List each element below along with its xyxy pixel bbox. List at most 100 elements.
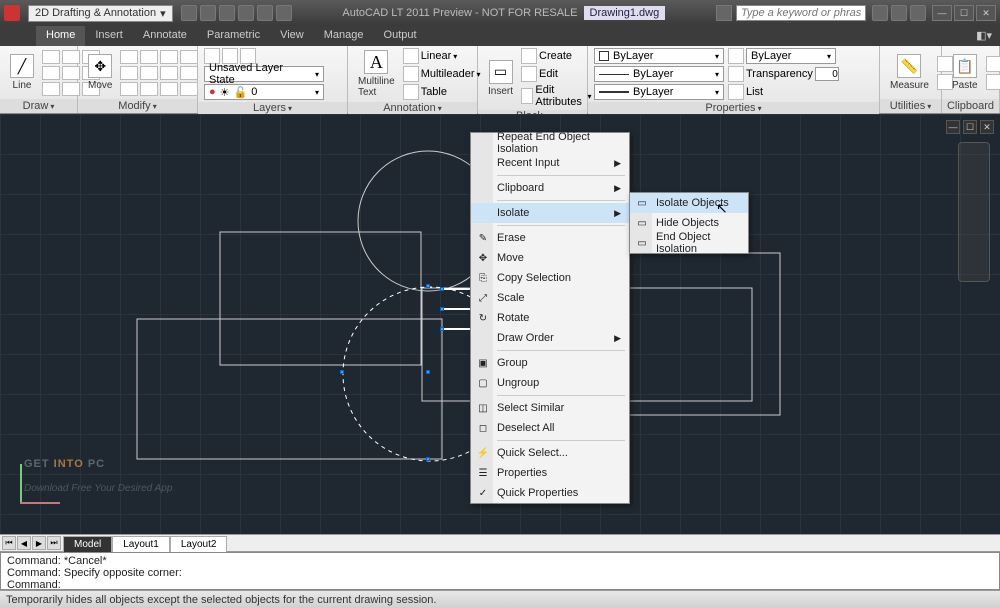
mirror-icon[interactable] [120, 66, 138, 80]
grip[interactable] [426, 284, 430, 288]
ctx-quick-properties[interactable]: ✓Quick Properties [471, 483, 629, 503]
qat-save-icon[interactable] [219, 5, 235, 21]
qat-print-icon[interactable] [276, 5, 292, 21]
qat-undo-icon[interactable] [238, 5, 254, 21]
ctx-rotate[interactable]: ↻Rotate [471, 308, 629, 328]
ctx-properties[interactable]: ☰Properties [471, 463, 629, 483]
rect-icon[interactable] [42, 66, 60, 80]
minimize-button[interactable]: — [932, 5, 952, 21]
ctx-sub-isolate-objects[interactable]: ▭Isolate Objects [630, 193, 748, 213]
create-button[interactable]: Create [521, 48, 591, 64]
ps-icon[interactable] [728, 48, 744, 64]
copy2-icon[interactable] [986, 74, 1000, 90]
editattr-button[interactable]: Edit Attributes▾ [521, 84, 591, 108]
tab-last-icon[interactable]: ⏭ [47, 536, 61, 550]
ribbon-expand-icon[interactable]: ◧▾ [968, 26, 1000, 46]
grip[interactable] [426, 370, 430, 374]
ctx-select-similar[interactable]: ◫Select Similar [471, 398, 629, 418]
trim-icon[interactable] [160, 50, 178, 64]
tab-prev-icon[interactable]: ◀ [17, 536, 31, 550]
tab-insert[interactable]: Insert [85, 26, 133, 46]
tab-manage[interactable]: Manage [314, 26, 374, 46]
grip[interactable] [340, 370, 344, 374]
ctx-erase[interactable]: ✎Erase [471, 228, 629, 248]
paste-button[interactable]: 📋Paste [948, 52, 982, 93]
drawing-canvas[interactable]: — ☐ ✕ GET INTO PC Download Free Your Des… [0, 114, 1000, 534]
explode-icon[interactable] [180, 66, 198, 80]
mtext-button[interactable]: A Multiline Text [354, 48, 399, 100]
tab-first-icon[interactable]: ⏮ [2, 536, 16, 550]
offset-icon[interactable] [180, 82, 198, 96]
qat-open-icon[interactable] [200, 5, 216, 21]
canvas-min-icon[interactable]: — [946, 120, 960, 134]
tab-layout1[interactable]: Layout1 [112, 536, 170, 552]
insert-button[interactable]: ▭ Insert [484, 58, 517, 99]
search-input[interactable] [736, 5, 866, 21]
trans-icon[interactable] [728, 66, 744, 82]
grip[interactable] [440, 327, 444, 331]
ctx-ungroup[interactable]: ▢Ungroup [471, 373, 629, 393]
ctx-quick-select-[interactable]: ⚡Quick Select... [471, 443, 629, 463]
grip[interactable] [440, 307, 444, 311]
tab-layout2[interactable]: Layout2 [170, 536, 228, 552]
help-icon[interactable] [910, 5, 926, 21]
extend-icon[interactable] [160, 66, 178, 80]
layer-current-dropdown[interactable]: ●☀🔓0▾ [204, 84, 324, 100]
cut-icon[interactable] [986, 56, 1000, 72]
linear-button[interactable]: Linear▾ [403, 48, 481, 64]
multileader-button[interactable]: Multileader▾ [403, 66, 481, 82]
tab-parametric[interactable]: Parametric [197, 26, 270, 46]
erase2-icon[interactable] [180, 50, 198, 64]
linetype-dropdown[interactable]: ByLayer▾ [594, 66, 724, 82]
navigation-bar[interactable] [958, 142, 990, 282]
color-dropdown[interactable]: ByLayer▾ [594, 48, 724, 64]
spline-icon[interactable] [42, 82, 60, 96]
stretch-icon[interactable] [140, 82, 158, 96]
scale-icon[interactable] [140, 66, 158, 80]
list-button[interactable]: List [728, 84, 848, 100]
canvas-close-icon[interactable]: ✕ [980, 120, 994, 134]
ctx-sub-hide-objects[interactable]: ▭Hide Objects [630, 213, 748, 233]
polyline-icon[interactable] [42, 50, 60, 64]
tab-output[interactable]: Output [374, 26, 427, 46]
command-line[interactable]: Command: *Cancel* Command: Specify oppos… [0, 552, 1000, 590]
tab-next-icon[interactable]: ▶ [32, 536, 46, 550]
qat-redo-icon[interactable] [257, 5, 273, 21]
ctx-scale[interactable]: ⤢Scale [471, 288, 629, 308]
ctx-group[interactable]: ▣Group [471, 353, 629, 373]
table-button[interactable]: Table [403, 84, 481, 100]
ctx-sub-end-object-isolation[interactable]: ▭End Object Isolation [630, 233, 748, 253]
lineweight-dropdown[interactable]: ByLayer▾ [594, 84, 724, 100]
grip[interactable] [426, 457, 430, 461]
close-button[interactable]: ✕ [976, 5, 996, 21]
ctx-repeat-end-object-isolation[interactable]: Repeat End Object Isolation [471, 133, 629, 153]
tab-annotate[interactable]: Annotate [133, 26, 197, 46]
qat-new-icon[interactable] [181, 5, 197, 21]
transparency-input[interactable] [815, 67, 839, 81]
tab-home[interactable]: Home [36, 26, 85, 46]
array-icon[interactable] [160, 82, 178, 96]
move-button[interactable]: ✥ Move [84, 52, 116, 93]
layer-state-dropdown[interactable]: Unsaved Layer State▾ [204, 66, 324, 82]
ctx-isolate[interactable]: Isolate▶ [471, 203, 629, 223]
workspace-dropdown[interactable]: 2D Drafting & Annotation ▾ [28, 5, 173, 22]
app-logo-icon[interactable] [4, 5, 20, 21]
edit-button[interactable]: Edit [521, 66, 591, 82]
maximize-button[interactable]: ☐ [954, 5, 974, 21]
infocenter-icon[interactable] [872, 5, 888, 21]
ctx-draw-order[interactable]: Draw Order▶ [471, 328, 629, 348]
canvas-max-icon[interactable]: ☐ [963, 120, 977, 134]
copy-icon[interactable] [120, 50, 138, 64]
ctx-deselect-all[interactable]: ◻Deselect All [471, 418, 629, 438]
line-button[interactable]: ╱ Line [6, 52, 38, 93]
exchange-icon[interactable] [891, 5, 907, 21]
plotstyle-dropdown[interactable]: ByLayer▾ [746, 48, 836, 64]
rotate-icon[interactable] [140, 50, 158, 64]
ctx-copy-selection[interactable]: ⎘Copy Selection [471, 268, 629, 288]
grip[interactable] [440, 287, 444, 291]
ctx-clipboard[interactable]: Clipboard▶ [471, 178, 629, 198]
ctx-move[interactable]: ✥Move [471, 248, 629, 268]
search-icon[interactable] [716, 5, 732, 21]
ctx-recent-input[interactable]: Recent Input▶ [471, 153, 629, 173]
tab-view[interactable]: View [270, 26, 314, 46]
